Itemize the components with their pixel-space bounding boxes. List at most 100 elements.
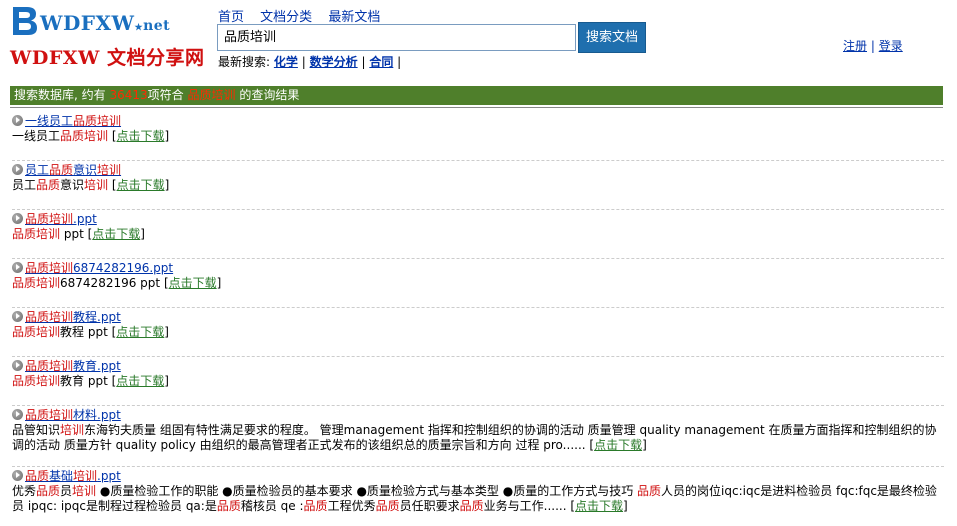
bracket: [ <box>107 374 117 388</box>
highlight-text: 品质 <box>216 499 241 513</box>
recent-searches: 最新搜索: 化学 | 数学分析 | 合同 | <box>218 53 401 70</box>
results-list: 一线员工品质培训 一线员工品质培训 [点击下载] 员工品质意识培训 员工品质意识培训 … <box>12 112 944 516</box>
download-wrapper: [点击下载] <box>566 499 628 513</box>
result-title-row: 品质培训6874282196.ppt <box>12 261 944 276</box>
result-title-link[interactable]: 一线员工品质培训 <box>25 114 121 128</box>
highlight-text: 培训 <box>72 484 97 498</box>
download-link[interactable]: 点击下载 <box>116 325 164 339</box>
highlight-text: 培训 <box>60 423 85 437</box>
bracket: [ <box>585 438 595 452</box>
highlight-text: 品质培训 <box>12 325 61 339</box>
result-title-link[interactable]: 员工品质意识培训 <box>25 163 121 177</box>
result-title-link[interactable]: 品质培训.ppt <box>25 212 97 226</box>
play-bullet-icon <box>12 213 23 224</box>
site-logo[interactable]: WDFXW★net WDFXW 文档分享网 <box>10 5 204 75</box>
highlight-text: 品质 <box>459 499 484 513</box>
text-segment: 6874282196.ppt <box>73 261 174 275</box>
bracket: ] <box>623 499 628 513</box>
download-wrapper: [点击下载] <box>108 325 169 339</box>
recent-searches-label: 最新搜索: <box>218 55 271 69</box>
play-bullet-icon <box>12 470 23 481</box>
result-description: 品质培训6874282196 ppt [点击下载] <box>12 276 944 291</box>
text-segment: 6874282196 ppt <box>60 276 161 290</box>
bracket: ] <box>164 178 170 192</box>
download-link[interactable]: 点击下载 <box>116 374 164 388</box>
result-title-link[interactable]: 品质培训6874282196.ppt <box>25 261 173 275</box>
download-link[interactable]: 点击下载 <box>594 438 642 452</box>
text-segment: 材料.ppt <box>73 408 121 422</box>
search-button[interactable]: 搜索文档 <box>578 22 646 53</box>
highlight-text: 培训 <box>84 178 109 192</box>
download-wrapper: [点击下载] <box>108 178 169 192</box>
result-title-row: 品质培训.ppt <box>12 212 944 227</box>
result-item: 品质培训.ppt 品质培训 ppt [点击下载] <box>12 210 944 259</box>
highlight-text: 培训 <box>97 163 122 177</box>
text-segment: 东海钓夫质量 组固有特性满足要求的程度。 管理management 指挥和控制组… <box>12 423 937 452</box>
text-segment: 优秀 <box>12 484 37 498</box>
download-link[interactable]: 点击下载 <box>117 129 165 143</box>
text-segment: 意识 <box>60 178 85 192</box>
highlight-text: 品质培训 <box>25 408 74 422</box>
result-title-link[interactable]: 品质培训教育.ppt <box>25 359 121 373</box>
download-link[interactable]: 点击下载 <box>92 227 140 241</box>
result-title-row: 一线员工品质培训 <box>12 114 944 129</box>
recent-search-link[interactable]: 数学分析 <box>310 55 358 69</box>
highlight-text: 品质 <box>36 484 61 498</box>
bracket: ] <box>140 227 145 241</box>
download-wrapper: [点击下载] <box>160 276 221 290</box>
result-title-row: 品质培训教育.ppt <box>12 359 944 374</box>
result-title-link[interactable]: 品质培训教程.ppt <box>25 310 121 324</box>
nav-categories[interactable]: 文档分类 <box>260 10 312 25</box>
highlight-text: 品质培训 <box>25 212 74 226</box>
recent-search-link[interactable]: 化学 <box>274 55 298 69</box>
download-link[interactable]: 点击下载 <box>169 276 217 290</box>
separator: | <box>870 39 875 53</box>
result-description: 品质培训教程 ppt [点击下载] <box>12 325 944 340</box>
play-bullet-icon <box>12 164 23 175</box>
highlight-text: 品质 <box>49 163 74 177</box>
play-bullet-icon <box>12 262 23 273</box>
download-wrapper: [点击下载] <box>84 227 145 241</box>
results-summary-bar: 搜索数据库, 约有 36413项符合 品质培训 的查询结果 <box>10 86 943 105</box>
text-segment: 员工 <box>12 178 37 192</box>
play-bullet-icon <box>12 311 23 322</box>
highlight-text: 品质 <box>36 178 61 192</box>
text-segment: 教程.ppt <box>73 310 121 324</box>
nav-latest[interactable]: 最新文档 <box>328 10 380 25</box>
download-link[interactable]: 点击下载 <box>575 499 623 513</box>
text-segment: 员任职要求 <box>399 499 460 513</box>
result-description: 优秀品质员培训 ●质量检验工作的职能 ●质量检验员的基本要求 ●质量检验方式与基… <box>12 484 944 514</box>
text-segment: 工程优秀 <box>327 499 376 513</box>
text-segment: 稽核员 qe : <box>240 499 304 513</box>
result-item: 员工品质意识培训 员工品质意识培训 [点击下载] <box>12 161 944 210</box>
result-title-row: 品质培训教程.ppt <box>12 310 944 325</box>
login-link[interactable]: 登录 <box>879 39 903 53</box>
result-description: 一线员工品质培训 [点击下载] <box>12 129 944 144</box>
auth-links: 注册 | 登录 <box>843 37 903 54</box>
highlight-text: 品质 <box>303 499 328 513</box>
bracket: [ <box>566 499 576 513</box>
result-description: 品管知识培训东海钓夫质量 组固有特性满足要求的程度。 管理management … <box>12 423 944 453</box>
text-segment: .ppt <box>97 469 121 483</box>
bracket: ] <box>642 438 647 452</box>
result-item: 品质培训教程.ppt 品质培训教程 ppt [点击下载] <box>12 308 944 357</box>
recent-search-link[interactable]: 合同 <box>369 55 393 69</box>
download-wrapper: [点击下载] <box>108 129 169 143</box>
summary-suffix: 的查询结果 <box>239 88 300 102</box>
search-input[interactable]: 品质培训 <box>217 24 576 51</box>
highlight-text: 品质培训 <box>60 129 109 143</box>
text-segment: 一线员工 <box>25 114 74 128</box>
result-item: 一线员工品质培训 一线员工品质培训 [点击下载] <box>12 112 944 161</box>
result-count: 36413 <box>109 88 148 102</box>
nav-home[interactable]: 首页 <box>218 10 244 25</box>
download-link[interactable]: 点击下载 <box>117 178 165 192</box>
result-title-link[interactable]: 品质基础培训.ppt <box>25 469 121 483</box>
text-segment: 意识 <box>73 163 98 177</box>
highlight-text: 品质培训 <box>12 276 61 290</box>
highlight-text: 品质培训 <box>12 227 61 241</box>
bracket: ] <box>164 374 169 388</box>
result-title-link[interactable]: 品质培训材料.ppt <box>25 408 121 422</box>
bracket: [ <box>160 276 169 290</box>
text-segment: 品管知识 <box>12 423 61 437</box>
register-link[interactable]: 注册 <box>843 39 867 53</box>
